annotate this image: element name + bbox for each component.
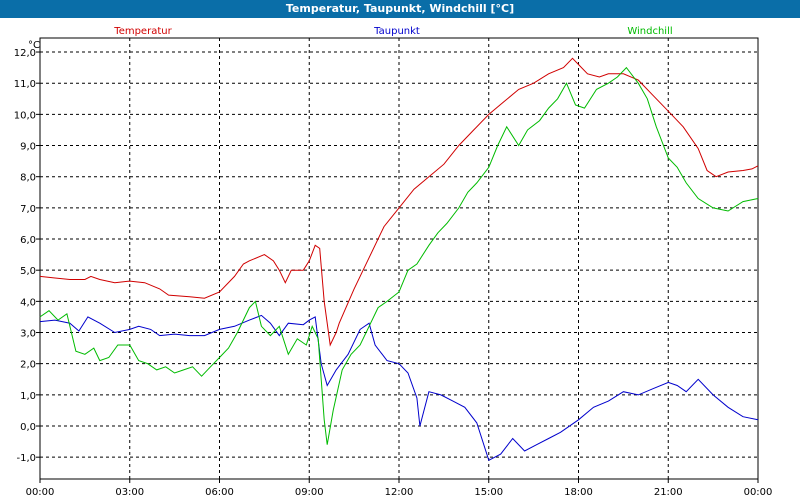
- y-tick-label: 10,0: [14, 110, 36, 121]
- y-tick-label: -1,0: [16, 453, 36, 464]
- x-tick-time-label: 00:00: [26, 487, 55, 498]
- y-tick-label: 5,0: [20, 266, 36, 277]
- y-axis-unit-label: °C: [28, 40, 40, 51]
- y-tick-label: 2,0: [20, 360, 36, 371]
- x-tick-time-label: 21:00: [654, 487, 683, 498]
- y-tick-label: 6,0: [20, 235, 36, 246]
- legend-entry-temperatur: Temperatur: [113, 26, 172, 37]
- x-tick-time-label: 09:00: [295, 487, 324, 498]
- x-tick-time-label: 03:00: [115, 487, 144, 498]
- line-chart: 12,011,010,09,08,07,06,05,04,03,02,01,00…: [14, 26, 773, 498]
- x-tick-time-label: 18:00: [564, 487, 593, 498]
- chart-window: Temperatur, Taupunkt, Windchill [°C] 12,…: [0, 0, 800, 500]
- y-tick-label: 3,0: [20, 329, 36, 340]
- legend: Temperatur Taupunkt Windchill: [113, 26, 672, 37]
- y-tick-label: 9,0: [20, 142, 36, 153]
- legend-entry-windchill: Windchill: [627, 26, 672, 37]
- x-tick-time-label: 15:00: [474, 487, 503, 498]
- y-tick-label: 11,0: [14, 79, 36, 90]
- y-axis-ticks: 12,011,010,09,08,07,06,05,04,03,02,01,00…: [14, 48, 40, 464]
- x-tick-time-label: 12:00: [385, 487, 414, 498]
- y-tick-label: 0,0: [20, 422, 36, 433]
- y-tick-label: 8,0: [20, 173, 36, 184]
- legend-entry-taupunkt: Taupunkt: [373, 26, 420, 37]
- x-axis-ticks: 00:0007.05.2103:0007.05.2106:0007.05.210…: [26, 479, 773, 498]
- x-tick-time-label: 06:00: [205, 487, 234, 498]
- x-tick-time-label: 00:00: [744, 487, 773, 498]
- y-tick-label: 7,0: [20, 204, 36, 215]
- y-tick-label: 1,0: [20, 391, 36, 402]
- window-title: Temperatur, Taupunkt, Windchill [°C]: [0, 0, 800, 18]
- y-tick-label: 4,0: [20, 297, 36, 308]
